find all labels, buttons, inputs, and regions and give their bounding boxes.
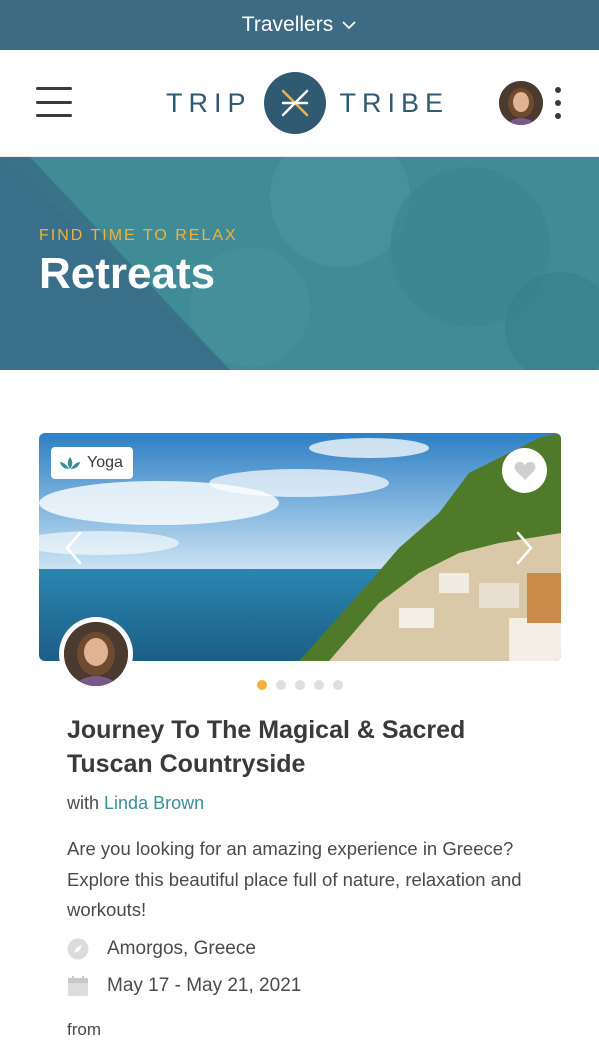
host-line: with Linda Brown (67, 793, 204, 814)
hero-eyebrow: FIND TIME TO RELAX (39, 227, 238, 244)
category-tag: Yoga (51, 447, 133, 479)
favorite-button[interactable] (502, 448, 547, 493)
logo-word-tribe: TRIBE (339, 87, 450, 118)
hamburger-icon[interactable] (36, 87, 72, 117)
category-tag-label: Yoga (87, 454, 123, 471)
calendar-icon (68, 976, 88, 996)
hero-banner: FIND TIME TO RELAX Retreats (0, 157, 599, 370)
logo-mark-icon (263, 72, 326, 134)
retreat-description: Are you looking for an amazing experienc… (67, 838, 522, 920)
chevron-right-icon[interactable] (512, 530, 536, 566)
traveller-switcher[interactable]: Travellers (0, 0, 599, 50)
user-avatar[interactable] (499, 81, 543, 125)
price-prefix: from (67, 1020, 101, 1039)
trip-tribe-logo[interactable]: TRIP TRIBE (166, 71, 449, 135)
compass-icon (67, 938, 89, 960)
lotus-icon (60, 457, 80, 469)
chevron-left-icon[interactable] (62, 530, 86, 566)
carousel-dot[interactable] (276, 680, 286, 690)
carousel-dot[interactable] (257, 680, 267, 690)
dates-text: May 17 - May 21, 2021 (107, 975, 302, 996)
site-header: TRIP TRIBE (0, 50, 599, 157)
carousel-pagination (257, 680, 343, 690)
traveller-switcher-label: Travellers (241, 13, 334, 36)
carousel-dot[interactable] (333, 680, 343, 690)
heart-icon (514, 461, 535, 480)
retreat-location: Amorgos, Greece (67, 938, 256, 960)
location-text: Amorgos, Greece (107, 938, 256, 959)
kebab-icon[interactable] (553, 87, 563, 119)
carousel-dot[interactable] (314, 680, 324, 690)
host-name-link[interactable]: Linda Brown (104, 793, 204, 813)
chevron-down-icon (342, 21, 356, 30)
retreat-dates: May 17 - May 21, 2021 (67, 975, 301, 997)
page-title: Retreats (39, 249, 216, 298)
host-prefix: with (67, 793, 100, 813)
logo-word-trip: TRIP (166, 87, 252, 118)
carousel-dot[interactable] (295, 680, 305, 690)
host-avatar[interactable] (59, 617, 133, 691)
retreat-title[interactable]: Journey To The Magical & Sacred Tuscan C… (67, 713, 537, 781)
